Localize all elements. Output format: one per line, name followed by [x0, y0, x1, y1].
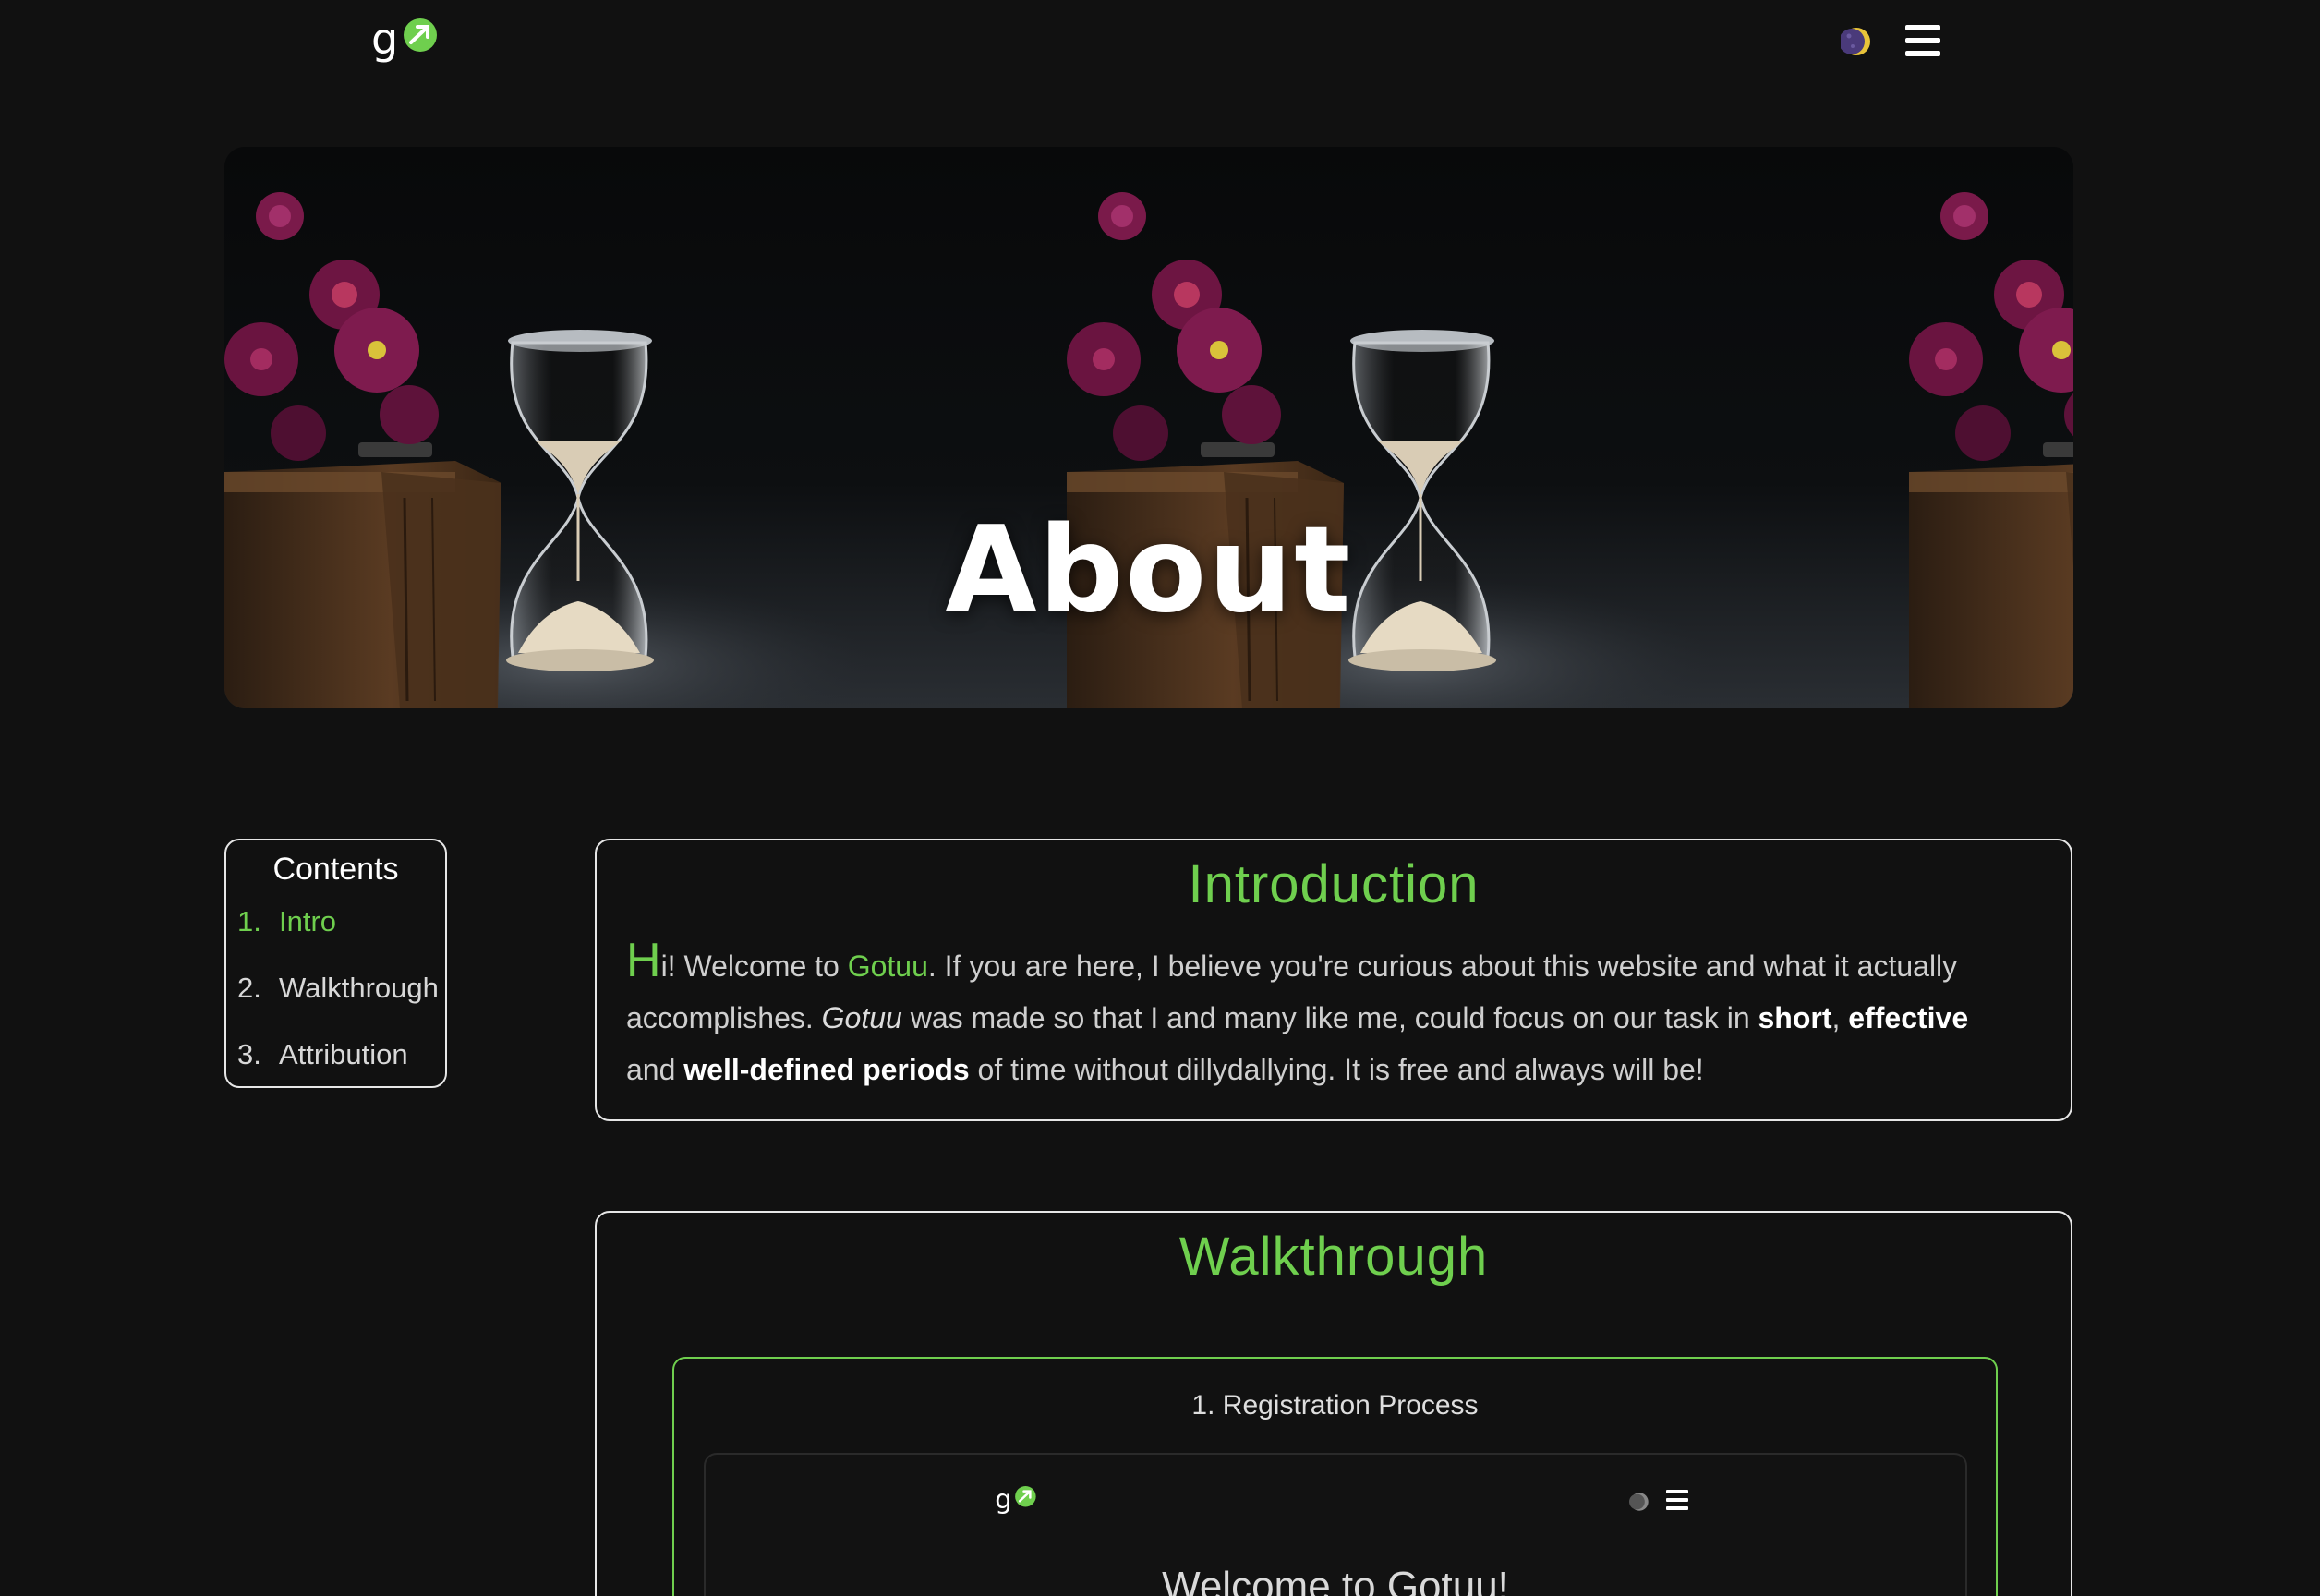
screenshot-preview: g Welcome to Gotuu!	[704, 1453, 1967, 1596]
step-title: 1. Registration Process	[1191, 1390, 1479, 1421]
intro-text-part: was made so that I and many like me, cou…	[901, 1001, 1758, 1034]
about-page: g About Contents 1. Intro 2. Walkthrough…	[0, 0, 2320, 1596]
contents-item-label: Attribution	[279, 1038, 408, 1070]
svg-text:g: g	[995, 1483, 1011, 1515]
introduction-paragraph: Hi! Welcome to Gotuu. If you are here, I…	[626, 937, 2006, 1095]
introduction-section: Introduction Hi! Welcome to Gotuu. If yo…	[595, 839, 2072, 1121]
intro-text-part: ,	[1831, 1001, 1849, 1034]
menu-bar	[1905, 25, 1940, 30]
emphasis-effective: effective	[1848, 1001, 1969, 1034]
contents-item-number: 1.	[237, 905, 261, 937]
section-title: Walkthrough	[1178, 1227, 1489, 1287]
section-title: Introduction	[1188, 854, 1480, 914]
moon-icon[interactable]	[1841, 26, 1872, 57]
contents-item-label: Walkthrough	[279, 972, 439, 1004]
gotuu-logo-icon: g	[995, 1483, 1036, 1515]
contents-title: Contents	[272, 852, 399, 887]
menu-bar	[1905, 51, 1940, 56]
emphasis-short: short	[1758, 1001, 1832, 1034]
page-title: About	[945, 502, 1353, 639]
intro-text-part: i! Welcome to	[660, 949, 848, 983]
gotuu-logo-icon[interactable]: g	[369, 13, 443, 68]
hamburger-menu-icon[interactable]	[1905, 25, 1940, 56]
walkthrough-section: Walkthrough 1. Registration Process g We…	[595, 1211, 2072, 1596]
menu-bar	[1666, 1490, 1688, 1493]
menu-bar	[1666, 1498, 1688, 1502]
brand-name: Gotuu	[847, 949, 928, 983]
drop-letter: H	[626, 934, 661, 987]
contents-item-walkthrough[interactable]: 2. Walkthrough	[237, 972, 439, 1005]
hamburger-menu-icon	[1666, 1490, 1688, 1510]
preview-heading: Welcome to Gotuu!	[1162, 1564, 1509, 1596]
intro-text-part: of time without dillydallying. It is fre…	[969, 1053, 1704, 1086]
intro-text-part: and	[626, 1053, 684, 1086]
table-of-contents: Contents 1. Intro 2. Walkthrough 3. Attribu…	[224, 839, 447, 1088]
brand-name-italic: Gotuu	[821, 1001, 902, 1034]
contents-item-number: 3.	[237, 1038, 261, 1070]
contents-item-number: 2.	[237, 972, 261, 1004]
contents-item-intro[interactable]: 1. Intro	[237, 905, 336, 938]
contents-item-label: Intro	[279, 905, 337, 937]
emphasis-well-defined: well-defined periods	[683, 1053, 970, 1086]
hero-banner: About	[224, 147, 2073, 708]
menu-bar	[1905, 38, 1940, 43]
moon-icon	[1629, 1493, 1649, 1511]
contents-item-attribution[interactable]: 3. Attribution	[237, 1038, 408, 1071]
walkthrough-step: 1. Registration Process g Welcome to Got…	[672, 1357, 1998, 1596]
svg-text:g: g	[371, 14, 398, 64]
menu-bar	[1666, 1506, 1688, 1510]
